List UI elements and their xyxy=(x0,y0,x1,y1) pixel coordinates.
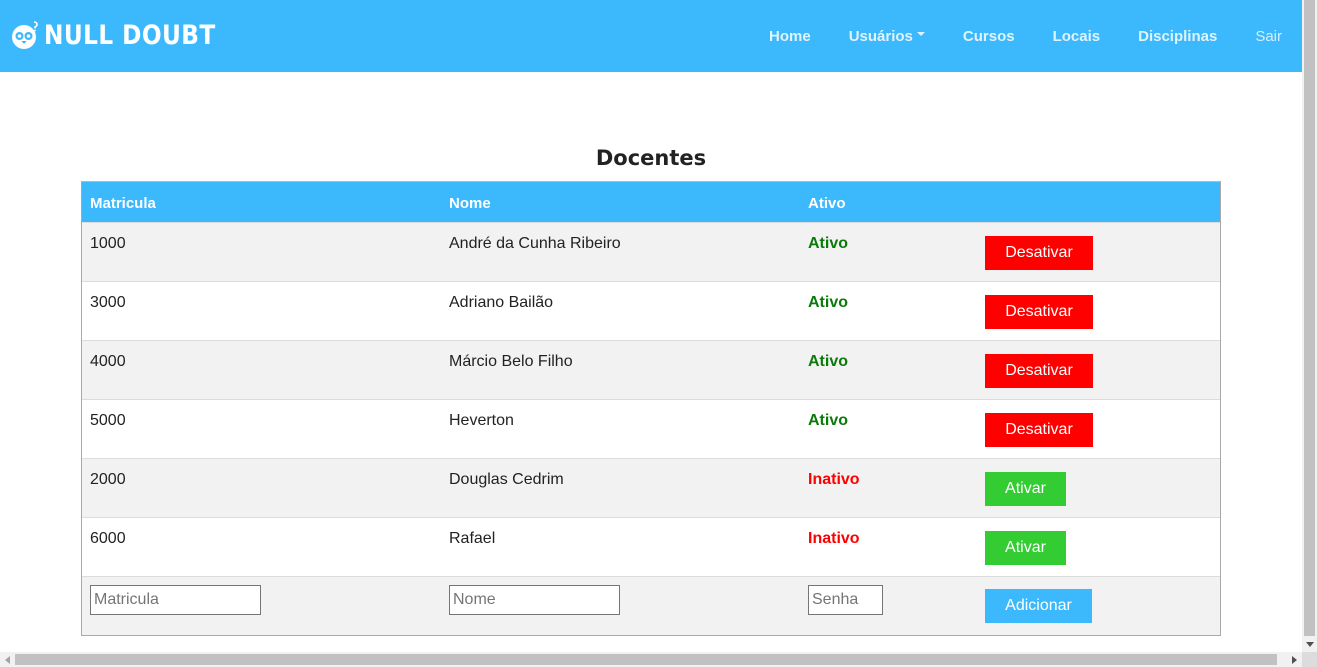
status-badge: Ativo xyxy=(808,235,848,252)
cell-matricula: 2000 xyxy=(90,471,126,488)
cell-matricula: 6000 xyxy=(90,530,126,547)
nav-cursos-link[interactable]: Cursos xyxy=(963,28,1015,45)
cell-nome: Adriano Bailão xyxy=(449,294,554,311)
table-row: 6000 Rafael Inativo Ativar xyxy=(82,517,1220,576)
page-title: Docentes xyxy=(595,146,707,170)
table-row: 3000 Adriano Bailão Ativo Desativar xyxy=(82,281,1220,340)
cell-nome: Márcio Belo Filho xyxy=(449,353,573,370)
cell-matricula: 3000 xyxy=(90,294,126,311)
table-row: 2000 Douglas Cedrim Inativo Ativar xyxy=(82,458,1220,517)
header-matricula: Matricula xyxy=(90,195,156,212)
deactivate-button[interactable]: Desativar xyxy=(985,413,1093,447)
cell-matricula: 4000 xyxy=(90,353,126,370)
activate-button[interactable]: Ativar xyxy=(985,472,1066,506)
add-docente-button[interactable]: Adicionar xyxy=(985,589,1092,623)
nome-input[interactable] xyxy=(449,585,620,615)
table-row: 4000 Márcio Belo Filho Ativo Desativar xyxy=(82,340,1220,399)
horizontal-scrollbar-thumb[interactable] xyxy=(15,654,1277,665)
scroll-left-arrow-icon[interactable] xyxy=(0,652,15,667)
browser-viewport: NULL DOUBT Home Usuários Cursos Locais D… xyxy=(0,0,1302,652)
nav-usuarios-label: Usuários xyxy=(848,27,913,45)
deactivate-button[interactable]: Desativar xyxy=(985,236,1093,270)
table-header: Matricula Nome Ativo xyxy=(82,182,1220,222)
vertical-scrollbar-thumb[interactable] xyxy=(1304,0,1315,636)
cell-nome: André da Cunha Ribeiro xyxy=(449,235,621,252)
activate-button[interactable]: Ativar xyxy=(985,531,1066,565)
top-navbar: NULL DOUBT Home Usuários Cursos Locais D… xyxy=(0,0,1302,72)
new-docente-row: Adicionar xyxy=(82,576,1220,635)
scroll-down-arrow-icon[interactable] xyxy=(1302,637,1317,652)
table-row: 1000 André da Cunha Ribeiro Ativo Desati… xyxy=(82,222,1220,281)
cell-matricula: 5000 xyxy=(90,412,126,429)
nav-home-link[interactable]: Home xyxy=(769,28,811,45)
nav-menu: Home Usuários Cursos Locais Disciplinas … xyxy=(731,0,1282,72)
nav-usuarios-dropdown[interactable]: Usuários xyxy=(849,28,925,45)
scroll-right-arrow-icon[interactable] xyxy=(1287,652,1302,667)
status-badge: Ativo xyxy=(808,353,848,370)
header-ativo: Ativo xyxy=(808,195,846,212)
brand-name: NULL DOUBT xyxy=(44,19,216,51)
status-badge: Inativo xyxy=(808,471,860,488)
status-badge: Inativo xyxy=(808,530,860,547)
deactivate-button[interactable]: Desativar xyxy=(985,295,1093,329)
status-badge: Ativo xyxy=(808,412,848,429)
status-badge: Ativo xyxy=(808,294,848,311)
table-row: 5000 Heverton Ativo Desativar xyxy=(82,399,1220,458)
horizontal-scrollbar[interactable] xyxy=(0,652,1302,667)
nav-sair-link[interactable]: Sair xyxy=(1255,28,1282,45)
deactivate-button[interactable]: Desativar xyxy=(985,354,1093,388)
cell-nome: Heverton xyxy=(449,412,514,429)
cell-matricula: 1000 xyxy=(90,235,126,252)
caret-down-icon xyxy=(916,32,925,36)
brand-link[interactable]: NULL DOUBT xyxy=(10,17,244,53)
penguin-logo-icon xyxy=(10,20,40,50)
nav-disciplinas-link[interactable]: Disciplinas xyxy=(1138,28,1217,45)
senha-input[interactable] xyxy=(808,585,883,615)
scrollbar-corner xyxy=(1302,652,1317,667)
matricula-input[interactable] xyxy=(90,585,261,615)
cell-nome: Rafael xyxy=(449,530,496,547)
nav-locais-link[interactable]: Locais xyxy=(1053,28,1101,45)
cell-nome: Douglas Cedrim xyxy=(449,471,564,488)
docentes-table: Matricula Nome Ativo 1000 André da Cunha… xyxy=(81,181,1221,636)
vertical-scrollbar[interactable] xyxy=(1302,0,1317,652)
header-nome: Nome xyxy=(449,195,491,212)
